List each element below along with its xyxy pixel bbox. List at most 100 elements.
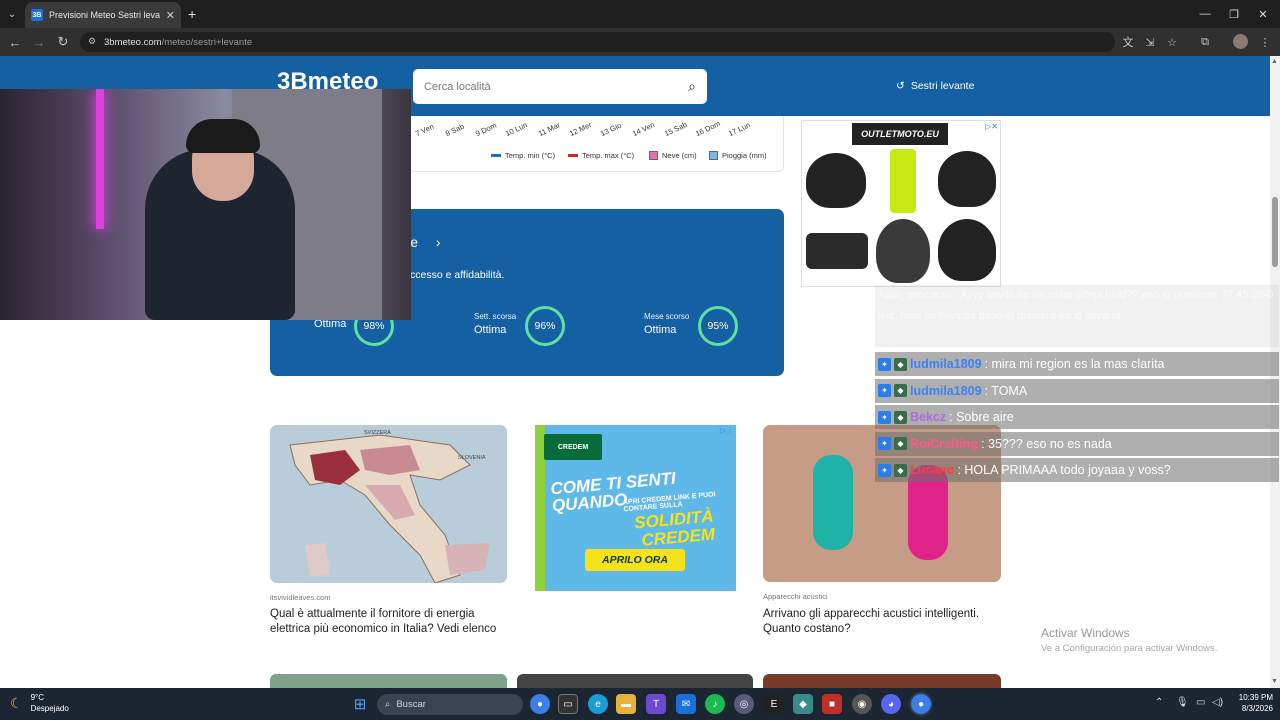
taskbar <box>0 688 1280 720</box>
obs-icon[interactable]: ◉ <box>852 694 872 714</box>
edge-icon[interactable]: e <box>588 694 608 714</box>
italy-map-image[interactable]: SVIZZERA SLOVENIA <box>270 425 507 583</box>
scroll-up-icon[interactable]: ▲ <box>1271 58 1278 65</box>
legend-item[interactable]: Temp. max (°C) <box>568 151 634 160</box>
ad-cta-button[interactable]: APRILO ORA <box>585 549 685 571</box>
close-window-icon[interactable]: ✕ <box>1246 0 1280 28</box>
search-icon[interactable]: ⌕ <box>688 78 696 95</box>
recent-location-link[interactable]: ↺ Sestri levante <box>896 80 974 92</box>
chat-text: : HOLA PRIMAAA todo joyaaa y voss? <box>957 463 1171 477</box>
hearing-aid-left <box>813 455 853 550</box>
map-label: SLOVENIA <box>458 455 486 461</box>
stat-last-week: Sett. scorsa Ottima <box>474 312 516 336</box>
credem-logo: CREDEM <box>544 434 602 460</box>
legend-item[interactable]: Temp. min (°C) <box>491 151 555 160</box>
article-thumb[interactable] <box>763 674 1001 688</box>
mic-icon[interactable]: 🎙 <box>1176 697 1189 708</box>
close-tab-icon[interactable]: ✕ <box>166 9 175 22</box>
chat-message: ✦ ◆ Bekcz: Sobre aire <box>875 405 1279 429</box>
badge-icon: ◆ <box>894 410 907 424</box>
neon-light <box>96 89 104 229</box>
article-thumb[interactable] <box>270 674 507 688</box>
task-view-icon[interactable]: ▭ <box>558 694 578 714</box>
ad-choices-icon[interactable]: ▷✕ <box>985 122 998 131</box>
menu-icon[interactable]: ⋮ <box>1254 28 1276 56</box>
extensions-icon[interactable]: ⧉ <box>1194 28 1216 56</box>
helmet-image <box>938 151 996 207</box>
helmet-ad[interactable]: OUTLETMOTO.EU ▷✕ <box>801 120 1001 287</box>
favicon-icon: 3B <box>31 9 43 21</box>
legend-label: Neve (cm) <box>662 151 697 160</box>
teams-icon[interactable]: T <box>646 694 666 714</box>
tray-overflow-icon[interactable]: ⌃ <box>1155 697 1163 708</box>
history-icon: ↺ <box>896 80 905 92</box>
forward-icon[interactable]: → <box>27 28 51 56</box>
chat-message: ✦ ◆ RoiCrafting: 35??? eso no es nada <box>875 431 1279 456</box>
recent-location-label: Sestri levante <box>910 80 975 92</box>
chat-text: : TOMA <box>984 383 1028 398</box>
stat-rating: Ottima <box>644 324 677 336</box>
tab-search-icon[interactable]: ⌄ <box>4 6 20 22</box>
chat-message: ✦ ◆ ludmila1809: mira mi region es la mas … <box>875 352 1279 376</box>
article-thumb[interactable] <box>517 674 753 688</box>
bookmark-star-icon[interactable]: ☆ <box>1161 28 1183 56</box>
stat-label: Mese scorso <box>644 312 690 321</box>
install-icon[interactable]: ⇲ <box>1139 28 1161 56</box>
stat-rating: Ottima <box>474 324 507 336</box>
badge-icon: ✦ <box>878 410 891 424</box>
reload-icon[interactable]: ↻ <box>51 28 75 56</box>
helmet-image <box>876 219 930 283</box>
scroll-down-icon[interactable]: ▼ <box>1271 678 1278 685</box>
article-source: Apparecchi acustici <box>763 592 828 601</box>
taskbar-clock[interactable]: 10:39 PM 8/3/2026 <box>1227 692 1273 714</box>
chat-username: ludmila1809 <box>910 357 982 371</box>
badge-icon: ✦ <box>878 463 891 477</box>
article-title[interactable]: Qual è attualmente il fornitore di energ… <box>270 607 510 637</box>
legend-item[interactable]: Pioggia (mm) <box>709 151 767 160</box>
ad-choices-icon[interactable]: ▷⋮ <box>720 426 734 435</box>
profile-avatar[interactable] <box>1233 34 1248 49</box>
weather-widget[interactable]: ☾ 9°C Despejado <box>10 692 69 714</box>
app-icon[interactable]: ◎ <box>734 694 754 714</box>
translate-icon[interactable]: 文 <box>1117 28 1139 56</box>
app-icon[interactable]: ◆ <box>793 694 813 714</box>
weather-desc: Despejado <box>30 704 69 713</box>
mail-icon[interactable]: ✉ <box>676 694 696 714</box>
article-source: itsvividleaves.com <box>270 593 331 602</box>
back-icon[interactable]: ← <box>3 28 27 56</box>
chrome-icon[interactable]: ● <box>530 694 550 714</box>
new-tab-icon[interactable]: + <box>188 6 196 22</box>
site-info-icon[interactable]: ⚙ <box>88 36 96 47</box>
taskbar-search[interactable]: ⌕ Buscar <box>377 694 523 715</box>
legend-swatch <box>491 154 501 157</box>
weather-temp: 9°C <box>30 693 44 702</box>
app-icon[interactable]: ■ <box>822 694 842 714</box>
credem-ad[interactable]: CREDEM ▷⋮ COME TI SENTI QUANDO APRI CRED… <box>535 425 736 591</box>
clock-time: 10:39 PM <box>1238 693 1273 702</box>
network-icon[interactable]: ▭ <box>1196 697 1205 708</box>
spotify-icon[interactable]: ♪ <box>705 694 725 714</box>
location-search-input[interactable]: Cerca località ⌕ <box>413 69 707 104</box>
scrollbar-thumb[interactable] <box>1272 197 1278 267</box>
epic-games-icon[interactable]: E <box>764 694 784 714</box>
stat-last-month: Mese scorso Ottima <box>644 312 689 336</box>
stat-ring: 96% <box>525 306 565 346</box>
start-icon[interactable]: ⊞ <box>350 694 370 714</box>
webcam-overlay <box>0 89 411 320</box>
url-field[interactable]: ⚙ 3bmeteo.com/meteo/sestri+levante <box>80 32 1115 52</box>
discord-icon[interactable]: ◕ <box>881 694 901 714</box>
chat-message: ✦ ◆ Lucano: HOLA PRIMAAA todo joyaaa y vos… <box>875 458 1279 482</box>
stat-label: Sett. scorsa <box>474 312 517 321</box>
browser-tab[interactable]: 3B Previsioni Meteo Sestri levante | ✕ <box>25 2 181 28</box>
helmet-image <box>806 153 866 208</box>
volume-icon[interactable]: ◁) <box>1212 697 1223 708</box>
chevron-right-icon: › <box>435 234 441 250</box>
chat-message-faded: Alan_goncarzo : Ayyy sevilli llanos esta… <box>875 285 1279 347</box>
file-explorer-icon[interactable]: ▬ <box>616 694 636 714</box>
chrome-icon[interactable]: ● <box>911 694 931 714</box>
legend-swatch <box>568 154 578 157</box>
article-title[interactable]: Arrivano gli apparecchi acustici intelli… <box>763 607 1003 637</box>
activate-windows-title: Activar Windows <box>1041 626 1130 640</box>
legend-item[interactable]: Neve (cm) <box>649 151 697 160</box>
chat-message: ✦ ◆ ludmila1809: TOMA <box>875 378 1279 403</box>
